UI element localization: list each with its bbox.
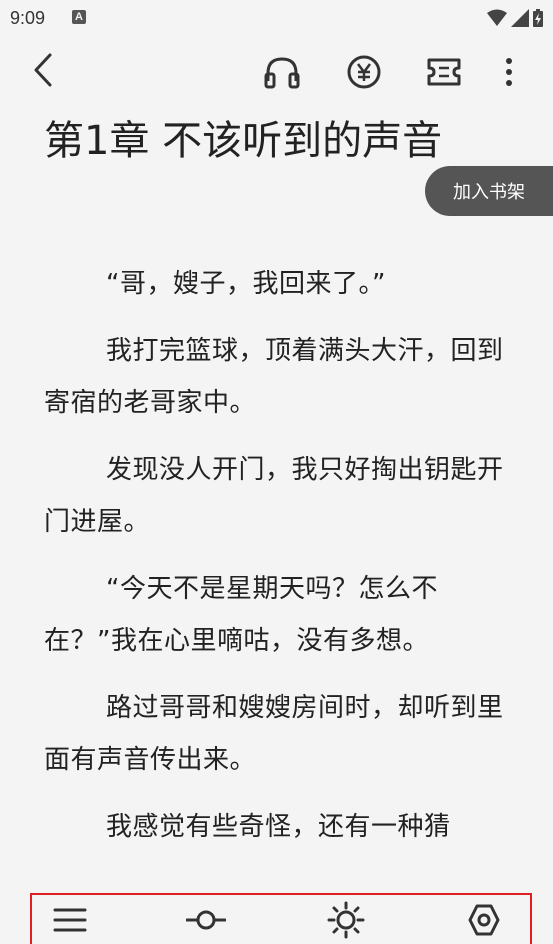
paragraph: “哥，嫂子，我回来了。” — [106, 269, 386, 299]
wifi-icon — [487, 9, 507, 26]
status-bar: 9:09 A — [0, 0, 553, 36]
chapter-title: 第1章 不该听到的声音 — [44, 118, 443, 164]
chevron-left-icon — [34, 53, 52, 87]
reader-toolbar — [0, 36, 553, 106]
more-button[interactable] — [496, 52, 522, 92]
battery-charging-icon — [533, 9, 543, 27]
chapter-content[interactable]: “哥，嫂子，我回来了。” 我打完篮球，顶着满头大汗，回到寄宿的老哥家中。 发现没… — [44, 258, 512, 868]
reward-button[interactable] — [344, 52, 384, 92]
ticket-icon — [427, 58, 461, 86]
back-button[interactable] — [26, 50, 60, 90]
bottom-nav-highlight — [30, 893, 532, 944]
paragraph: 我打完篮球，顶着满头大汗，回到寄宿的老哥家中。 — [44, 336, 504, 418]
headphones-icon — [264, 57, 300, 89]
status-icons — [487, 8, 543, 28]
paragraph: 发现没人开门，我只好掏出钥匙开门进屋。 — [44, 455, 504, 537]
ticket-button[interactable] — [424, 52, 464, 92]
status-time: 9:09 — [10, 8, 46, 28]
add-to-shelf-button[interactable]: 加入书架 — [425, 166, 553, 216]
notification-a-icon: A — [72, 10, 86, 24]
paragraph: 路过哥哥和嫂嫂房间时，却听到里面有声音传出来。 — [44, 693, 504, 775]
paragraph: “今天不是星期天吗？怎么不在？”我在心里嘀咕，没有多想。 — [44, 574, 438, 656]
paragraph: 我感觉有些奇怪，还有一种猜 — [106, 812, 451, 842]
listen-button[interactable] — [262, 52, 302, 92]
yuan-coin-icon — [347, 55, 381, 89]
more-vertical-icon — [506, 58, 512, 86]
signal-icon — [511, 9, 529, 27]
